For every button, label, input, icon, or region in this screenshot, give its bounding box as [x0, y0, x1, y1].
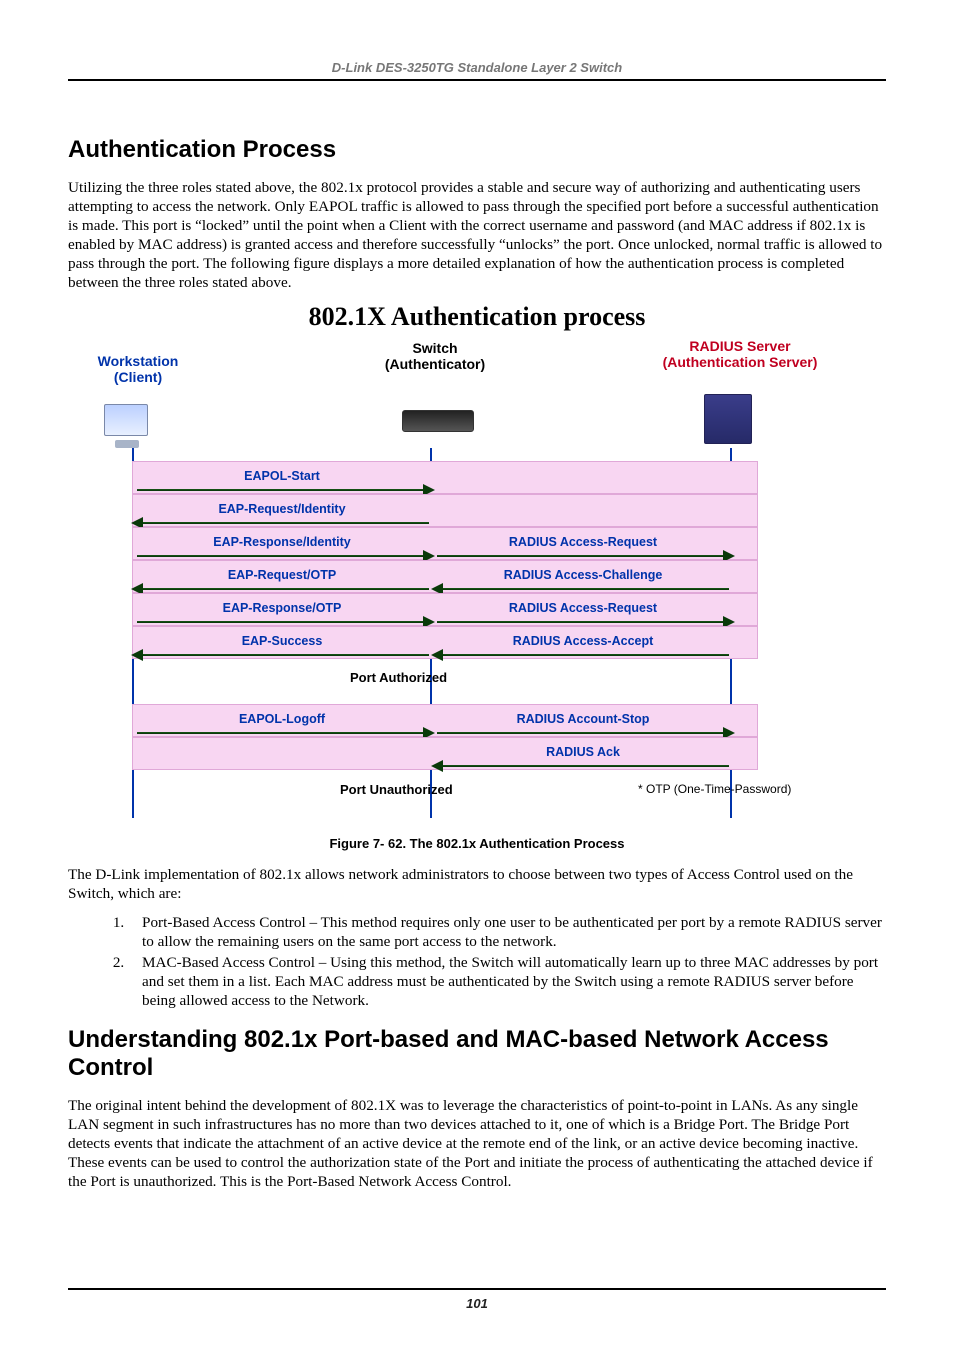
msg-label: EAPOL-Start	[133, 469, 431, 483]
msg-label: EAP-Success	[133, 634, 431, 648]
running-head: D-Link DES-3250TG Standalone Layer 2 Swi…	[68, 60, 886, 75]
footer-rule	[68, 1288, 886, 1290]
msg-row: EAPOL-Start	[132, 461, 758, 494]
post-figure-paragraph: The D-Link implementation of 802.1x allo…	[68, 865, 886, 903]
msg-row: EAP-Success RADIUS Access-Accept	[132, 626, 758, 659]
figure-caption: Figure 7- 62. The 802.1x Authentication …	[68, 836, 886, 851]
msg-label: RADIUS Access-Request	[433, 601, 733, 615]
role-label-switch: Switch (Authenticator)	[350, 340, 520, 372]
radius-server-icon	[704, 394, 752, 444]
section-paragraph: The original intent behind the developme…	[68, 1096, 886, 1191]
list-item: Port-Based Access Control – This method …	[128, 913, 886, 951]
figure-footnote: * OTP (One-Time-Password)	[638, 782, 791, 796]
state-port-unauthorized: Port Unauthorized	[340, 782, 453, 797]
msg-row: RADIUS Ack	[132, 737, 758, 770]
msg-row: EAPOL-Logoff RADIUS Account-Stop	[132, 704, 758, 737]
msg-label: EAP-Response/Identity	[133, 535, 431, 549]
msg-row: EAP-Request/Identity	[132, 494, 758, 527]
msg-label: RADIUS Access-Challenge	[433, 568, 733, 582]
page: D-Link DES-3250TG Standalone Layer 2 Swi…	[0, 0, 954, 1351]
switch-icon	[402, 410, 474, 432]
msg-label: RADIUS Ack	[433, 745, 733, 759]
header-rule	[68, 79, 886, 81]
figure-8021x-auth-process: 802.1X Authentication process Workstatio…	[68, 302, 886, 851]
msg-row: EAP-Response/Identity RADIUS Access-Requ…	[132, 527, 758, 560]
footer: 101	[68, 1268, 886, 1311]
workstation-icon	[104, 404, 148, 436]
msg-row: EAP-Request/OTP RADIUS Access-Challenge	[132, 560, 758, 593]
state-port-authorized: Port Authorized	[350, 670, 447, 685]
figure-title: 802.1X Authentication process	[68, 302, 886, 332]
section-title-authentication-process: Authentication Process	[68, 136, 886, 164]
msg-label: RADIUS Account-Stop	[433, 712, 733, 726]
msg-label: RADIUS Access-Request	[433, 535, 733, 549]
role-label-client: Workstation (Client)	[78, 353, 198, 385]
role-label-radius: RADIUS Server (Authentication Server)	[640, 338, 840, 370]
section-title-understanding-8021x: Understanding 802.1x Port-based and MAC-…	[68, 1026, 886, 1082]
msg-row: EAP-Response/OTP RADIUS Access-Request	[132, 593, 758, 626]
section-paragraph: Utilizing the three roles stated above, …	[68, 178, 886, 292]
figure-canvas: Workstation (Client) Switch (Authenticat…	[82, 338, 886, 818]
list-item: MAC-Based Access Control – Using this me…	[128, 953, 886, 1010]
msg-label: EAPOL-Logoff	[133, 712, 431, 726]
msg-label: EAP-Request/Identity	[133, 502, 431, 516]
access-control-list: Port-Based Access Control – This method …	[128, 913, 886, 1010]
msg-label: EAP-Response/OTP	[133, 601, 431, 615]
msg-label: EAP-Request/OTP	[133, 568, 431, 582]
page-number: 101	[68, 1296, 886, 1311]
msg-label: RADIUS Access-Accept	[433, 634, 733, 648]
